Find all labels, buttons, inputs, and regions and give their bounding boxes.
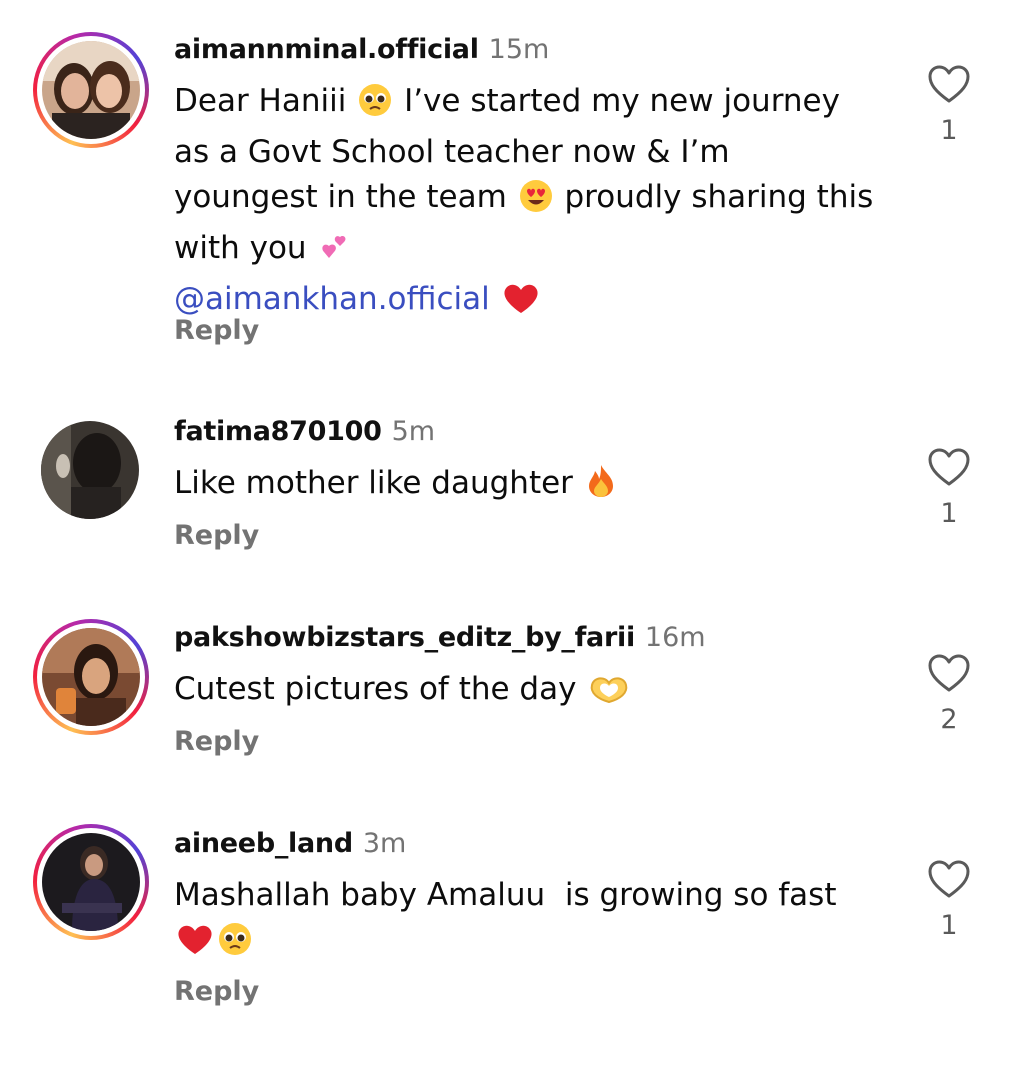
heart-eyes-icon — [519, 179, 553, 226]
comment-timestamp: 16m — [644, 622, 706, 653]
comment-text: Cutest pictures of the day — [174, 667, 874, 718]
reply-button[interactable]: Reply — [174, 519, 259, 553]
pleading-face-icon — [218, 922, 252, 969]
comment-username[interactable]: pakshowbizstars_editz_by_farii — [174, 622, 635, 653]
like-heart-icon[interactable] — [927, 653, 971, 693]
comment-timestamp: 15m — [488, 34, 550, 65]
reply-button[interactable]: Reply — [174, 725, 259, 759]
reply-button[interactable]: Reply — [174, 975, 259, 1009]
like-heart-icon[interactable] — [927, 859, 971, 899]
like-count: 2 — [940, 704, 958, 735]
like-heart-icon[interactable] — [927, 64, 971, 104]
heart-hands-icon — [588, 673, 630, 718]
like-heart-icon[interactable] — [927, 447, 971, 487]
avatar — [42, 628, 140, 726]
avatar-story-ring[interactable] — [33, 824, 149, 940]
avatar[interactable] — [41, 421, 139, 519]
comment-text: Mashallah baby Amaluu is growing so fast — [174, 873, 874, 969]
fire-icon — [585, 463, 617, 512]
comment-text: Dear Haniii I’ve started my new journey … — [174, 79, 874, 328]
avatar-story-ring[interactable] — [33, 32, 149, 148]
reply-button[interactable]: Reply — [174, 314, 259, 348]
comment-text: Like mother like daughter — [174, 461, 874, 512]
avatar-story-ring[interactable] — [33, 619, 149, 735]
red-heart-icon — [176, 922, 214, 969]
comment-timestamp: 5m — [391, 416, 436, 447]
comment-username[interactable]: fatima870100 — [174, 416, 382, 447]
avatar — [42, 833, 140, 931]
red-heart-icon — [502, 281, 540, 328]
comment-timestamp: 3m — [362, 828, 407, 859]
comment-username[interactable]: aineeb_land — [174, 828, 353, 859]
like-count: 1 — [940, 115, 958, 146]
comment-username[interactable]: aimannminal.official — [174, 34, 479, 65]
comment-mention-link[interactable]: @aimankhan.official — [174, 281, 490, 317]
like-count: 1 — [940, 498, 958, 529]
like-count: 1 — [940, 910, 958, 941]
avatar — [42, 41, 140, 139]
two-hearts-icon — [318, 230, 352, 277]
pleading-face-icon — [358, 83, 392, 130]
